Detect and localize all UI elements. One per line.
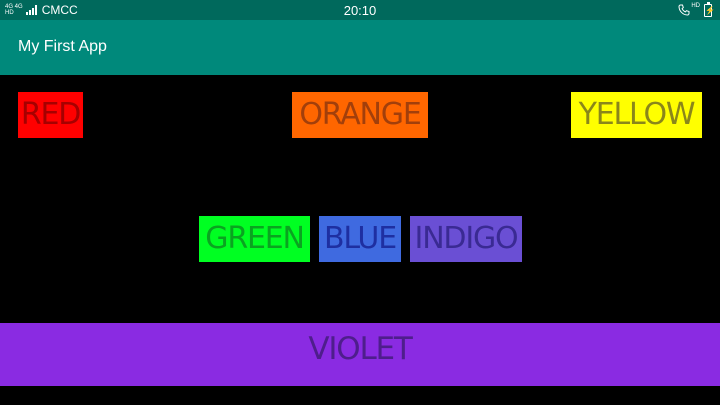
app-title: My First App [18,38,107,55]
action-bar: My First App [0,20,720,75]
battery-charging-icon: ⚡ [704,1,715,17]
call-hd-label: HD [691,3,700,9]
violet-bar: VIOLET [0,323,720,386]
green-box: GREEN [199,216,310,262]
yellow-box: YELLOW [571,92,702,138]
status-right-group: HD ⚡ [678,1,715,17]
indigo-box: INDIGO [410,216,522,262]
status-bar: 4G 4G HD CMCC 20:10 HD ⚡ [0,0,720,20]
orange-box: ORANGE [292,92,428,138]
phone-hd-icon [678,4,690,16]
blue-box: BLUE [319,216,401,262]
status-clock: 20:10 [343,3,377,18]
red-box: RED [18,92,83,138]
charging-bolt-icon: ⚡ [705,5,715,15]
